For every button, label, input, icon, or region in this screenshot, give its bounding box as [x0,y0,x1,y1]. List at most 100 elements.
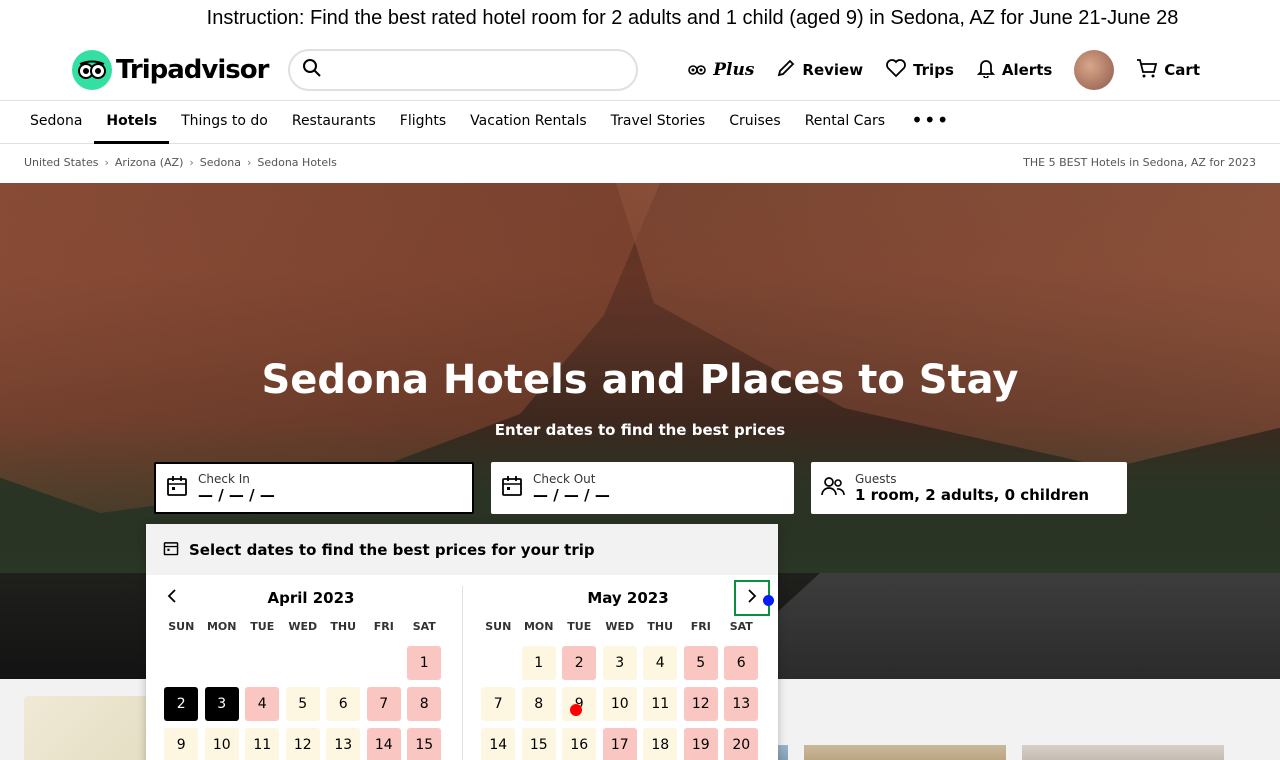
calendar-day[interactable]: 4 [245,687,280,721]
calendar-day[interactable]: 8 [407,687,442,721]
breadcrumb: United States › Arizona (AZ) › Sedona › … [0,144,1280,183]
more-options-icon[interactable]: ••• [897,101,963,143]
check-in-field[interactable]: Check In — / — / — [154,462,474,514]
date-picker-header: Select dates to find the best prices for… [146,524,778,575]
tripadvisor-logo[interactable]: Tripadvisor [72,50,269,90]
check-in-value: — / — / — [198,486,275,504]
calendar-day[interactable]: 10 [602,687,637,721]
month-may: May 2023 SUNMONTUEWEDTHUFRISAT 123456789… [478,586,778,760]
calendar-day[interactable]: 8 [521,687,556,721]
calendar-day[interactable]: 12 [285,728,320,760]
tab-restaurants[interactable]: Restaurants [280,101,388,143]
breadcrumb-item[interactable]: United States [24,156,99,169]
calendar-day[interactable]: 12 [683,687,718,721]
date-picker-title: Select dates to find the best prices for… [189,540,595,559]
calendar-day[interactable]: 7 [481,687,516,721]
tab-hotels[interactable]: Hotels [94,101,169,144]
calendar-icon [163,540,179,560]
breadcrumb-item[interactable]: Arizona (AZ) [115,156,183,169]
tab-flights[interactable]: Flights [388,101,458,143]
empty-day [245,646,279,680]
calendar-day[interactable]: 5 [285,687,320,721]
search-icon [302,58,322,82]
alerts-link[interactable]: Alerts [976,58,1052,82]
heart-icon [885,58,907,82]
weekday-label: SUN [485,620,512,633]
tab-cruises[interactable]: Cruises [717,101,793,143]
check-in-label: Check In [198,472,250,486]
plus-link[interactable]: Plus [687,60,754,80]
calendar-day[interactable]: 14 [366,728,401,760]
calendar-day[interactable]: 7 [366,687,401,721]
hotel-card-image[interactable] [804,745,1006,760]
month-title: May 2023 [587,589,669,607]
empty-day [481,646,515,680]
empty-day [286,646,320,680]
calendar-day[interactable]: 3 [602,646,637,680]
tab-travel-stories[interactable]: Travel Stories [599,101,718,143]
calendar-day[interactable]: 16 [562,728,597,760]
calendar-day[interactable]: 20 [724,728,759,760]
month-divider [462,586,463,760]
category-nav: Sedona Hotels Things to do Restaurants F… [0,101,1280,144]
tab-rental-cars[interactable]: Rental Cars [793,101,897,143]
month-title: April 2023 [267,589,355,607]
calendar-day[interactable]: 15 [521,728,556,760]
tab-vacation-rentals[interactable]: Vacation Rentals [458,101,598,143]
calendar-day[interactable]: 6 [724,646,759,680]
breadcrumb-item: Sedona Hotels [257,156,337,169]
cart-link[interactable]: Cart [1136,58,1200,82]
bell-icon [976,58,996,82]
calendar-day[interactable]: 6 [326,687,361,721]
calendar-day[interactable]: 18 [643,728,678,760]
calendar-day[interactable]: 19 [683,728,718,760]
date-picker: Select dates to find the best prices for… [146,524,778,760]
tab-things-to-do[interactable]: Things to do [169,101,280,143]
check-out-field[interactable]: Check Out — / — / — [491,462,794,514]
weekday-label: SUN [168,620,195,633]
guests-value: 1 room, 2 adults, 0 children [855,486,1090,504]
page-heading-small: THE 5 BEST Hotels in Sedona, AZ for 2023 [1023,156,1256,169]
weekday-label: THU [330,620,357,633]
calendar-day[interactable]: 9 [164,728,199,760]
calendar-day[interactable]: 13 [724,687,759,721]
calendar-day[interactable]: 17 [602,728,637,760]
calendar-day[interactable]: 14 [481,728,516,760]
breadcrumb-item[interactable]: Sedona [200,156,241,169]
weekday-label: TUE [250,620,275,633]
calendar-day[interactable]: 1 [407,646,442,680]
header-nav: Plus Review Trips Alerts Cart [687,50,1200,90]
calendar-day[interactable]: 1 [521,646,556,680]
check-out-label: Check Out [533,472,596,486]
avatar[interactable] [1074,50,1115,90]
calendar-day[interactable]: 2 [562,646,597,680]
calendar-day[interactable]: 4 [643,646,678,680]
weekday-row: SUN MON TUE WED THU FRI SAT [161,620,461,633]
weekday-label: FRI [373,620,394,633]
guests-field[interactable]: Guests 1 room, 2 adults, 0 children [811,462,1127,514]
hero-background-road [700,573,1280,679]
review-link[interactable]: Review [776,58,863,82]
calendar-day[interactable]: 5 [683,646,718,680]
calendar-day[interactable]: 11 [643,687,678,721]
hotel-card-image[interactable] [1022,745,1224,760]
calendar-day[interactable]: 13 [326,728,361,760]
calendar-day[interactable]: 2 [164,687,199,721]
weekday-label: THU [647,620,674,633]
check-out-value: — / — / — [533,486,610,504]
calendar-day[interactable]: 15 [407,728,442,760]
search-input[interactable] [288,49,638,91]
chevron-right-icon: › [189,156,194,169]
empty-day [326,646,360,680]
calendar-day[interactable]: 10 [204,728,239,760]
guests-label: Guests [855,472,897,486]
empty-day [205,646,239,680]
calendar-day[interactable]: 3 [204,687,239,721]
page-subtitle: Enter dates to find the best prices [494,421,786,439]
calendar-day[interactable]: 11 [245,728,280,760]
trips-link[interactable]: Trips [885,58,954,82]
weekday-label: SAT [729,620,753,633]
tab-sedona[interactable]: Sedona [18,101,94,143]
plus-label: Plus [713,60,755,80]
chevron-right-icon: › [104,156,109,169]
